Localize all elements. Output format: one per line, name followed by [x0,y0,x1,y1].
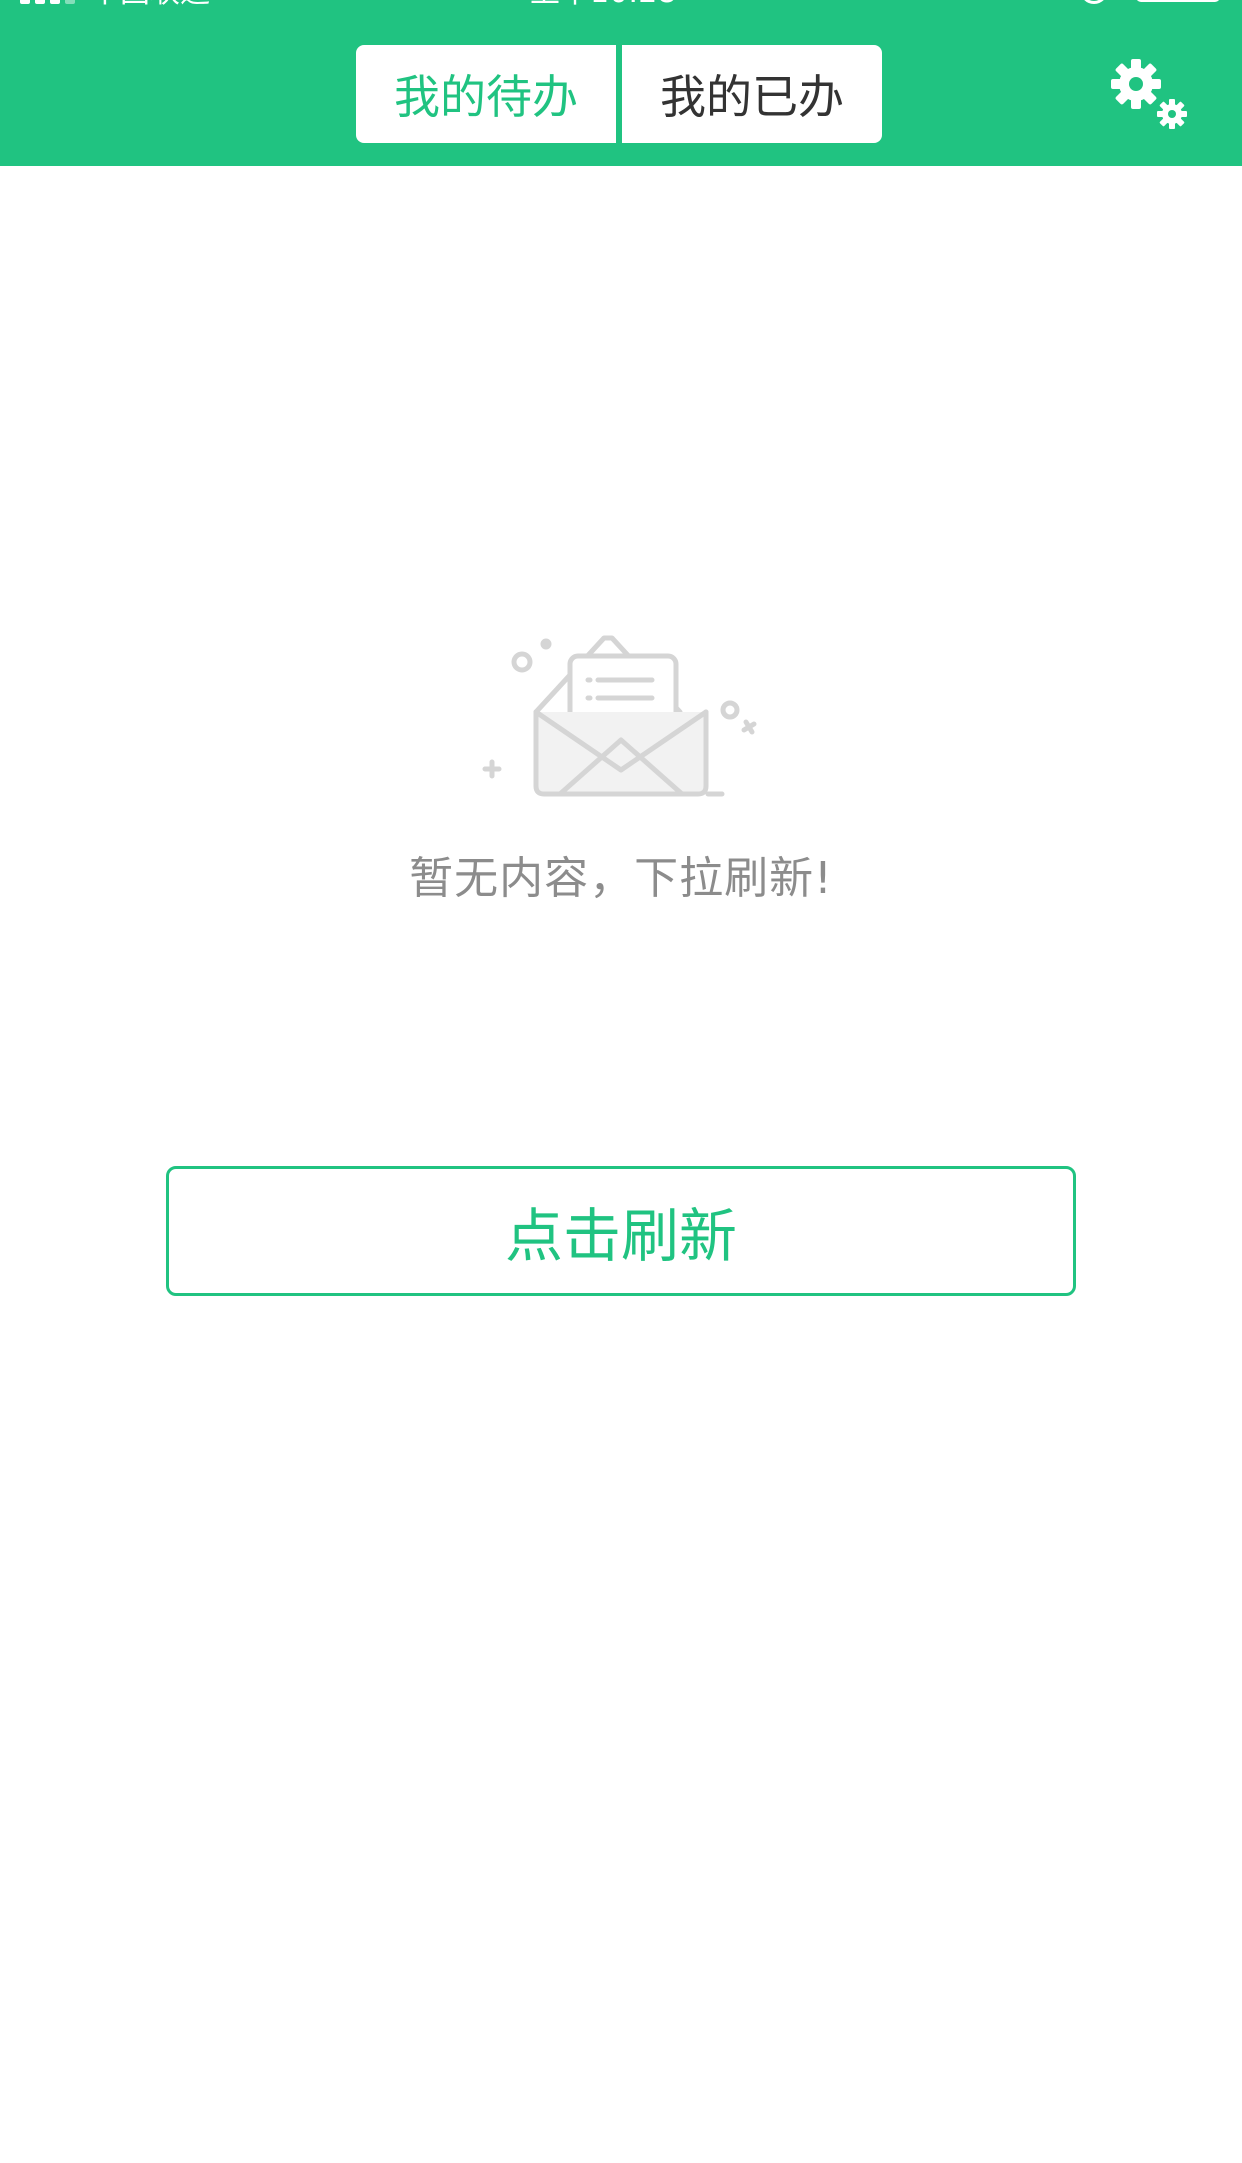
tab-my-done[interactable]: 我的已办 [622,45,882,143]
carrier-name: 中国联通 [90,0,210,8]
tab-my-todo[interactable]: 我的待办 [356,45,616,143]
tab-switcher: 我的待办 我的已办 [356,45,882,143]
status-bar: 中国联通 ◠ 上午10:28 [0,0,1242,16]
gear-icon [1111,59,1187,129]
open-envelope-icon [482,635,757,797]
app-screen: 中国联通 ◠ 上午10:28 我的待办 我的已办 [0,0,1242,2163]
status-time: 上午10:28 [530,0,676,8]
header-bar: 中国联通 ◠ 上午10:28 我的待办 我的已办 [0,0,1242,166]
settings-button[interactable] [1106,52,1192,132]
wifi-icon: ◠ [282,0,305,8]
signal-strength-icon [20,0,75,4]
refresh-button[interactable]: 点击刷新 [166,1166,1076,1296]
orientation-lock-icon [1080,0,1108,4]
empty-state-message: 暂无内容，下拉刷新! [409,853,833,904]
battery-icon [1136,0,1220,2]
